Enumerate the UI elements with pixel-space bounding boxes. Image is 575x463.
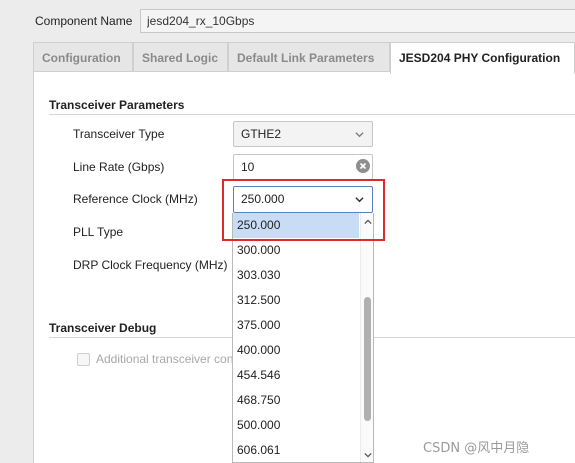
component-name-label: Component Name — [35, 14, 133, 28]
section-title-transceiver-debug: Transceiver Debug — [49, 321, 157, 335]
reference-clock-option[interactable]: 300.000 — [233, 238, 359, 263]
pll-type-label: PLL Type — [73, 225, 124, 239]
reference-clock-option[interactable]: 400.000 — [233, 338, 359, 363]
transceiver-type-select[interactable]: GTHE2 — [233, 121, 373, 147]
reference-clock-option[interactable]: 606.061 — [233, 438, 359, 462]
reference-clock-option[interactable]: 500.000 — [233, 413, 359, 438]
reference-clock-value: 250.000 — [241, 192, 285, 206]
tab-shared-logic[interactable]: Shared Logic — [133, 42, 228, 72]
additional-ports-checkbox[interactable] — [77, 353, 90, 366]
reference-clock-option[interactable]: 312.500 — [233, 288, 359, 313]
reference-clock-label: Reference Clock (MHz) — [73, 192, 198, 206]
drp-clock-label: DRP Clock Frequency (MHz) — [73, 258, 228, 272]
reference-clock-option[interactable]: 454.546 — [233, 363, 359, 388]
line-rate-field — [233, 154, 373, 180]
dropdown-scrollbar[interactable] — [360, 213, 373, 462]
chevron-down-icon — [355, 197, 364, 203]
tab-jesd204-phy-configuration[interactable]: JESD204 PHY Configuration — [390, 42, 575, 74]
transceiver-type-label: Transceiver Type — [73, 127, 165, 141]
watermark: CSDN @风中月隐 — [423, 441, 530, 456]
chevron-down-icon — [355, 132, 364, 138]
reference-clock-select[interactable]: 250.000 — [233, 186, 373, 213]
chevron-down-icon[interactable] — [364, 451, 372, 459]
reference-clock-option[interactable]: 250.000 — [233, 213, 359, 238]
additional-ports-label: Additional transceiver control and statu… — [96, 352, 232, 366]
section-title-transceiver-parameters: Transceiver Parameters — [49, 98, 185, 112]
clear-circle-icon[interactable] — [356, 159, 370, 173]
tab-configuration[interactable]: Configuration — [33, 42, 133, 72]
transceiver-type-value: GTHE2 — [241, 127, 282, 141]
tab-strip: Configuration Shared Logic Default Link … — [33, 42, 575, 74]
scrollbar-thumb[interactable] — [364, 297, 371, 421]
section-divider — [49, 114, 575, 115]
line-rate-input[interactable] — [233, 154, 373, 180]
line-rate-label: Line Rate (Gbps) — [73, 160, 165, 174]
reference-clock-option[interactable]: 303.030 — [233, 263, 359, 288]
component-name-input[interactable] — [140, 9, 575, 33]
chevron-up-icon[interactable] — [364, 218, 372, 226]
reference-clock-dropdown: 250.000 300.000 303.030 312.500 375.000 … — [232, 213, 374, 463]
reference-clock-option[interactable]: 468.750 — [233, 388, 359, 413]
tab-default-link-parameters[interactable]: Default Link Parameters — [228, 42, 390, 72]
reference-clock-option[interactable]: 375.000 — [233, 313, 359, 338]
